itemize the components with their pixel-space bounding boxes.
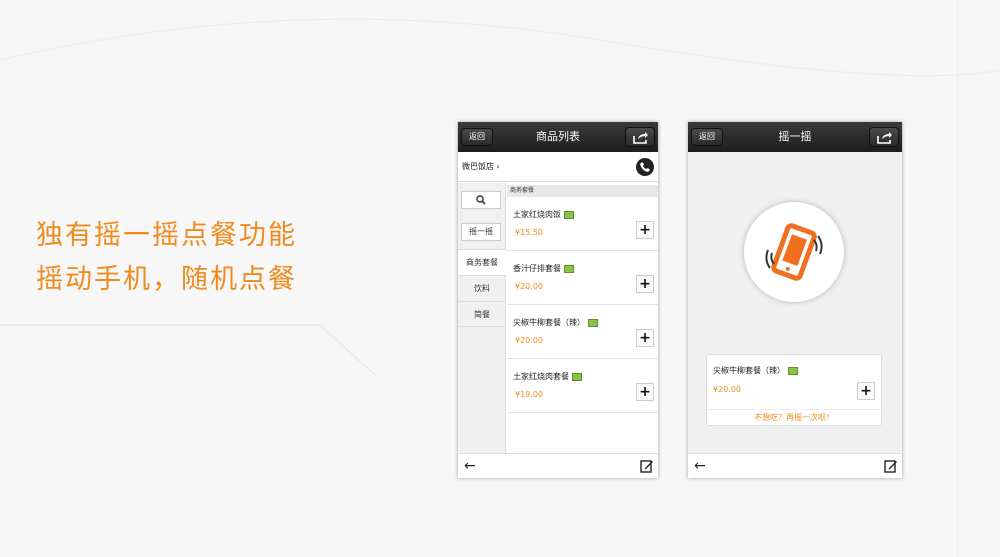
image-icon: [572, 372, 582, 381]
product-name: 香汁仔排套餐: [513, 264, 561, 273]
image-icon: [564, 210, 574, 219]
share-icon: [633, 132, 648, 144]
product-price: ¥19.00: [515, 390, 543, 399]
product-price: ¥20.00: [515, 336, 543, 345]
shake-area: 尖椒牛柳套餐（辣） ¥20.00 + 不想吃？再摇一次呗！: [688, 152, 902, 453]
product-name: 土家红烧肉套餐: [513, 372, 569, 381]
product-name: 尖椒牛柳套餐（辣）: [513, 318, 585, 327]
add-to-cart-button[interactable]: +: [636, 383, 654, 401]
bottom-bar: ←: [688, 453, 902, 478]
shaking-phone-icon: [765, 223, 823, 281]
product-price: ¥20.00: [713, 385, 741, 394]
share-icon: [877, 132, 892, 144]
shake-button[interactable]: 摇一摇: [461, 223, 501, 241]
top-bar: 返回 商品列表: [458, 122, 658, 152]
shop-bar: 微巴饭店 ›: [458, 152, 658, 182]
shop-name-link[interactable]: 微巴饭店 ›: [462, 152, 500, 182]
add-to-cart-button[interactable]: +: [636, 329, 654, 347]
edit-icon[interactable]: [640, 459, 654, 473]
list-item[interactable]: 土家红烧肉饭 ¥15.50 +: [507, 197, 658, 251]
list-item[interactable]: 香汁仔排套餐 ¥20.00 +: [507, 251, 658, 305]
image-icon: [788, 366, 798, 375]
list-item[interactable]: 尖椒牛柳套餐（辣） ¥20.00 +: [507, 305, 658, 359]
sidebar-item-business-set[interactable]: 商务套餐: [458, 249, 506, 275]
phone-call-icon: [640, 162, 650, 172]
shake-again-link[interactable]: 不想吃？再摇一次呗！: [707, 409, 881, 426]
bottom-bar: ←: [458, 453, 658, 478]
add-to-cart-button[interactable]: +: [636, 275, 654, 293]
product-price: ¥15.50: [515, 228, 543, 237]
search-button[interactable]: [461, 191, 501, 209]
shake-screen: 返回 摇一摇 尖椒牛柳套餐（辣） ¥20.00 + 不想吃？再摇一次呗！ ←: [688, 122, 902, 478]
feature-headline: 独有摇一摇点餐功能 摇动手机，随机点餐: [36, 214, 297, 302]
search-icon: [476, 195, 486, 205]
phone-call-button[interactable]: [636, 158, 654, 176]
headline-line-2: 摇动手机，随机点餐: [36, 264, 297, 295]
product-price: ¥20.00: [515, 282, 543, 291]
top-bar: 返回 摇一摇: [688, 122, 902, 152]
list-item[interactable]: 土家红烧肉套餐 ¥19.00 +: [507, 359, 658, 413]
sidebar-item-light-meals[interactable]: 简餐: [458, 301, 506, 327]
product-name: 土家红烧肉饭: [513, 210, 561, 219]
headline-line-1: 独有摇一摇点餐功能: [36, 220, 297, 251]
back-arrow-icon[interactable]: ←: [694, 458, 706, 474]
product-list: 商务套餐 土家红烧肉饭 ¥15.50 + 香汁仔排套餐 ¥20.00 + 尖椒牛…: [507, 183, 658, 453]
product-name: 尖椒牛柳套餐（辣）: [713, 366, 785, 375]
category-header: 商务套餐: [507, 185, 658, 197]
category-sidebar: 摇一摇 商务套餐 饮料 简餐: [458, 183, 506, 453]
sidebar-item-drinks[interactable]: 饮料: [458, 275, 506, 301]
shake-trigger[interactable]: [744, 202, 844, 302]
share-button[interactable]: [869, 127, 899, 147]
add-to-cart-button[interactable]: +: [636, 221, 654, 239]
product-list-screen: 返回 商品列表 微巴饭店 › 摇一摇 商务套餐 饮料 简餐 商务套餐 土家红烧肉…: [458, 122, 658, 478]
share-button[interactable]: [625, 127, 655, 147]
add-to-cart-button[interactable]: +: [857, 382, 875, 400]
shake-result-card: 尖椒牛柳套餐（辣） ¥20.00 + 不想吃？再摇一次呗！: [706, 354, 882, 426]
image-icon: [588, 318, 598, 327]
edit-icon[interactable]: [884, 459, 898, 473]
image-icon: [564, 264, 574, 273]
back-arrow-icon[interactable]: ←: [464, 458, 476, 474]
